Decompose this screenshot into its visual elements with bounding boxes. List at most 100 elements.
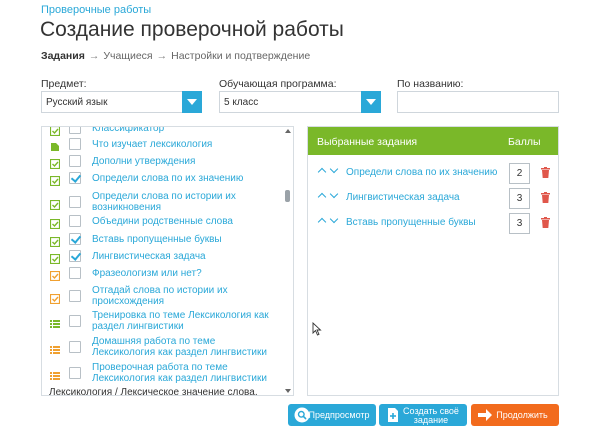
- task-checkbox[interactable]: [69, 250, 81, 262]
- scroll-thumb[interactable]: [285, 190, 290, 202]
- check-icon: [49, 268, 61, 282]
- check-icon: [49, 197, 61, 211]
- breadcrumb-link[interactable]: Проверочные работы: [41, 4, 151, 16]
- task-label[interactable]: Объедини родственные слова: [92, 216, 277, 227]
- continue-button[interactable]: Продолжить: [471, 404, 559, 426]
- selected-task-row: Лингвистическая задача 3: [308, 188, 558, 210]
- task-checkbox[interactable]: [69, 367, 81, 379]
- step-settings[interactable]: Настройки и подтверждение: [171, 50, 310, 62]
- header-score: Баллы: [508, 136, 541, 148]
- selected-panel-header: Выбранные задания Баллы: [308, 127, 558, 155]
- task-label[interactable]: Классификатор: [92, 127, 277, 134]
- trash-icon[interactable]: [541, 167, 550, 178]
- name-filter-label: По названию:: [397, 78, 464, 90]
- move-down-icon[interactable]: [329, 189, 339, 199]
- task-list-item[interactable]: Определи слова по их значению: [42, 172, 282, 187]
- scroll-down-icon[interactable]: [285, 389, 291, 393]
- selected-task-label[interactable]: Определи слова по их значению: [346, 167, 497, 178]
- selected-task-label[interactable]: Вставь пропущенные буквы: [346, 217, 476, 228]
- task-checkbox[interactable]: [69, 138, 81, 150]
- task-list-item[interactable]: Лингвистическая задача: [42, 250, 282, 265]
- task-checkbox[interactable]: [69, 233, 81, 245]
- task-list: Лексикология / Лексическое значение слов…: [41, 126, 294, 396]
- move-down-icon[interactable]: [329, 214, 339, 224]
- step-arrow-icon: →: [156, 50, 168, 62]
- task-label[interactable]: Фразеологизм или нет?: [92, 268, 277, 279]
- task-list-item[interactable]: Домашняя работа по теме Лексикология как…: [42, 336, 282, 358]
- task-checkbox[interactable]: [69, 155, 81, 167]
- check-icon: [49, 216, 61, 230]
- task-label[interactable]: Вставь пропущенные буквы: [92, 234, 277, 245]
- task-checkbox[interactable]: [69, 196, 81, 208]
- task-list-item[interactable]: Классификатор: [42, 127, 282, 137]
- preview-button-label: Предпросмотр: [308, 410, 370, 420]
- task-checkbox[interactable]: [69, 290, 81, 302]
- task-checkbox[interactable]: [69, 341, 81, 353]
- task-list-item[interactable]: Определи слова по истории их возникновен…: [42, 191, 282, 213]
- mouse-cursor-icon: [312, 322, 322, 336]
- task-checkbox[interactable]: [69, 315, 81, 327]
- task-label[interactable]: Определи слова по истории их возникновен…: [92, 191, 277, 213]
- task-label[interactable]: Что изучает лексикология: [92, 139, 277, 150]
- task-label[interactable]: Определи слова по их значению: [92, 173, 277, 184]
- continue-button-label: Продолжить: [496, 410, 548, 420]
- list-icon: [50, 368, 60, 380]
- move-up-icon[interactable]: [317, 217, 327, 227]
- chevron-down-icon[interactable]: [361, 91, 381, 113]
- program-label: Обучающая программа:: [219, 78, 337, 90]
- task-list-item[interactable]: Фразеологизм или нет?: [42, 267, 282, 282]
- move-down-icon[interactable]: [329, 164, 339, 174]
- task-list-item[interactable]: Проверочная работа по теме Лексикология …: [42, 362, 282, 384]
- subject-select[interactable]: Русский язык: [41, 91, 202, 113]
- task-list-item[interactable]: Отгадай слова по истории их происхождени…: [42, 285, 282, 307]
- score-input[interactable]: 2: [509, 163, 530, 184]
- task-list-scrollbar[interactable]: [283, 126, 293, 396]
- task-checkbox[interactable]: [69, 172, 81, 184]
- task-label[interactable]: Тренировка по теме Лексикология как разд…: [92, 310, 277, 332]
- check-icon: [49, 127, 61, 137]
- task-checkbox[interactable]: [69, 127, 81, 134]
- trash-icon[interactable]: [541, 192, 550, 203]
- name-filter-input[interactable]: [397, 91, 559, 113]
- task-list-item[interactable]: Вставь пропущенные буквы: [42, 233, 282, 248]
- list-footer-path: Лексикология / Лексическое значение слов…: [49, 387, 258, 396]
- task-list-item[interactable]: Что изучает лексикология: [42, 138, 282, 151]
- score-input[interactable]: 3: [509, 188, 530, 209]
- preview-button[interactable]: Предпросмотр: [288, 404, 376, 426]
- check-icon: [49, 251, 61, 265]
- task-label[interactable]: Дополни утверждения: [92, 156, 277, 167]
- chevron-down-icon[interactable]: [182, 91, 202, 113]
- program-select-value: 5 класс: [224, 97, 259, 108]
- program-select[interactable]: 5 класс: [219, 91, 381, 113]
- trash-icon[interactable]: [541, 217, 550, 228]
- task-label[interactable]: Проверочная работа по теме Лексикология …: [92, 362, 277, 384]
- create-task-button[interactable]: Создать своё задание: [379, 404, 467, 426]
- selected-task-label[interactable]: Лингвистическая задача: [346, 192, 460, 203]
- check-icon: [49, 234, 61, 248]
- create-task-button-label: Создать своё задание: [403, 406, 459, 425]
- task-list-item[interactable]: Объедини родственные слова: [42, 215, 282, 230]
- step-tasks[interactable]: Задания: [41, 50, 85, 62]
- page-title: Создание проверочной работы: [40, 18, 344, 41]
- list-icon: [50, 342, 60, 354]
- step-students[interactable]: Учащиеся: [103, 50, 152, 62]
- scroll-up-icon[interactable]: [285, 129, 291, 133]
- step-arrow-icon: →: [88, 50, 100, 62]
- task-list-item[interactable]: Тренировка по теме Лексикология как разд…: [42, 310, 282, 332]
- check-icon: [49, 291, 61, 305]
- move-up-icon[interactable]: [317, 167, 327, 177]
- move-up-icon[interactable]: [317, 192, 327, 202]
- header-selected-tasks: Выбранные задания: [317, 136, 418, 148]
- task-label[interactable]: Домашняя работа по теме Лексикология как…: [92, 336, 277, 358]
- score-input[interactable]: 3: [509, 213, 530, 234]
- task-checkbox[interactable]: [69, 215, 81, 227]
- selected-task-row: Вставь пропущенные буквы 3: [308, 213, 558, 235]
- task-list-item[interactable]: Дополни утверждения: [42, 155, 282, 170]
- selected-tasks-panel: Выбранные задания Баллы Определи слова п…: [307, 126, 559, 396]
- subject-select-value: Русский язык: [46, 97, 108, 108]
- task-label[interactable]: Отгадай слова по истории их происхождени…: [92, 285, 277, 307]
- wizard-steps: Задания → Учащиеся → Настройки и подтвер…: [41, 50, 310, 62]
- task-checkbox[interactable]: [69, 267, 81, 279]
- task-label[interactable]: Лингвистическая задача: [92, 251, 277, 262]
- selected-task-row: Определи слова по их значению 2: [308, 163, 558, 185]
